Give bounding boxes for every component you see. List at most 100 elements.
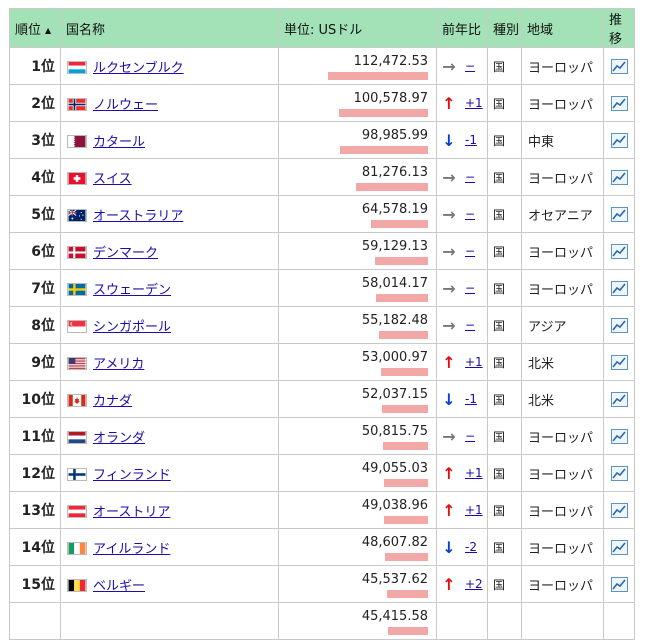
country-link[interactable]: オーストリア [93,505,170,520]
change-link[interactable]: -1 [465,392,477,406]
table-row: 11位 オランダ 50,815.75 → − 国 ヨーロッパ [9,417,635,455]
line-chart-icon[interactable] [610,576,628,592]
type-cell: 国 [487,158,522,196]
arrow-same-icon: → [442,278,456,298]
change-cell: → − [436,158,488,196]
rank-cell: 6位 [9,232,61,270]
line-chart-icon[interactable] [610,95,628,111]
region-cell: ヨーロッパ [521,565,604,603]
country-cell: ノルウェー [60,84,279,122]
arrow-down-icon: ↓ [442,537,456,557]
header-unit[interactable]: 単位: USドル [278,8,437,48]
header-region[interactable]: 地域 [521,8,604,48]
country-link[interactable]: スイス [93,172,132,187]
country-link[interactable]: ルクセンブルク [93,61,184,76]
sort-ascending-icon[interactable]: ▲ [45,26,51,35]
change-link[interactable]: +1 [465,466,483,480]
value-cell: 100,578.97 [278,84,437,122]
change-link[interactable]: +1 [465,503,483,517]
value-text: 55,182.48 [361,313,428,328]
line-chart-icon[interactable] [610,539,628,555]
region-cell: アジア [521,306,604,344]
trend-cell [603,232,635,270]
value-cell: 50,815.75 [278,417,437,455]
country-link[interactable]: カナダ [93,394,132,409]
change-link[interactable]: − [465,170,475,184]
change-link[interactable]: -2 [465,540,477,554]
change-link[interactable]: +1 [465,96,483,110]
change-link[interactable]: − [465,429,475,443]
value-cell: 112,472.53 [278,47,437,85]
flag-belgium-icon [67,578,87,592]
line-chart-icon[interactable] [610,428,628,444]
line-chart-icon[interactable] [610,502,628,518]
header-rank[interactable]: 順位 ▲ [9,8,61,48]
region-cell: ヨーロッパ [521,158,604,196]
arrow-up-icon: ↑ [442,352,456,372]
value-text: 100,578.97 [353,91,428,106]
flag-usa-icon [67,356,87,370]
change-link[interactable]: +1 [465,355,483,369]
change-link[interactable]: − [465,281,475,295]
trend-cell [603,602,635,640]
value-bar [371,220,428,228]
header-type[interactable]: 種別 [487,8,522,48]
country-link[interactable]: デンマーク [93,246,158,261]
table-row: 45,415.58 [9,602,635,640]
line-chart-icon[interactable] [610,169,628,185]
value-cell: 64,578.19 [278,195,437,233]
line-chart-icon[interactable] [610,465,628,481]
value-bar [387,590,428,598]
type-cell: 国 [487,528,522,566]
country-link[interactable]: アメリカ [93,357,144,372]
header-country[interactable]: 国名称 [60,8,279,48]
region-cell: ヨーロッパ [521,232,604,270]
country-link[interactable]: オランダ [93,431,145,446]
country-link[interactable]: カタール [93,135,145,150]
trend-cell [603,269,635,307]
line-chart-icon[interactable] [610,280,628,296]
line-chart-icon[interactable] [610,391,628,407]
country-link[interactable]: フィンランド [93,468,171,483]
type-cell: 国 [487,121,522,159]
change-cell: ↓ -2 [436,528,488,566]
table-row: 10位 カナダ 52,037.15 ↓ -1 国 北米 [9,380,635,418]
change-link[interactable]: -1 [465,133,477,147]
value-cell: 45,415.58 [278,602,437,640]
change-link[interactable]: − [465,207,475,221]
flag-qatar-icon [67,134,87,148]
table-row: 6位 デンマーク 59,129.13 → − 国 ヨーロッパ [9,232,635,270]
country-cell: ベルギー [60,565,279,603]
country-link[interactable]: オーストラリア [93,209,183,224]
line-chart-icon[interactable] [610,317,628,333]
line-chart-icon[interactable] [610,354,628,370]
line-chart-icon[interactable] [610,58,628,74]
trend-cell [603,528,635,566]
table-row: 1位 ルクセンブルク 112,472.53 → − 国 ヨーロッパ [9,47,635,85]
change-link[interactable]: − [465,244,475,258]
line-chart-icon[interactable] [610,243,628,259]
header-trend[interactable]: 推移 [603,8,635,48]
line-chart-icon[interactable] [610,132,628,148]
country-link[interactable]: ベルギー [93,579,145,594]
line-chart-icon[interactable] [610,206,628,222]
rank-cell: 11位 [9,417,61,455]
rank-cell: 10位 [9,380,61,418]
arrow-up-icon: ↑ [442,500,456,520]
flag-australia-icon [67,208,87,222]
header-change[interactable]: 前年比 [436,8,488,48]
type-cell: 国 [487,47,522,85]
change-link[interactable]: − [465,59,475,73]
change-link[interactable]: +2 [465,577,483,591]
flag-netherlands-icon [67,430,87,444]
change-cell: → − [436,417,488,455]
change-link[interactable]: − [465,318,475,332]
country-link[interactable]: シンガポール [93,320,171,335]
country-link[interactable]: ノルウェー [93,98,158,113]
value-text: 58,014.17 [361,276,428,291]
country-link[interactable]: アイルランド [93,542,170,557]
country-link[interactable]: スウェーデン [93,283,171,298]
country-cell: シンガポール [60,306,279,344]
value-bar [379,331,428,339]
arrow-up-icon: ↑ [442,93,456,113]
